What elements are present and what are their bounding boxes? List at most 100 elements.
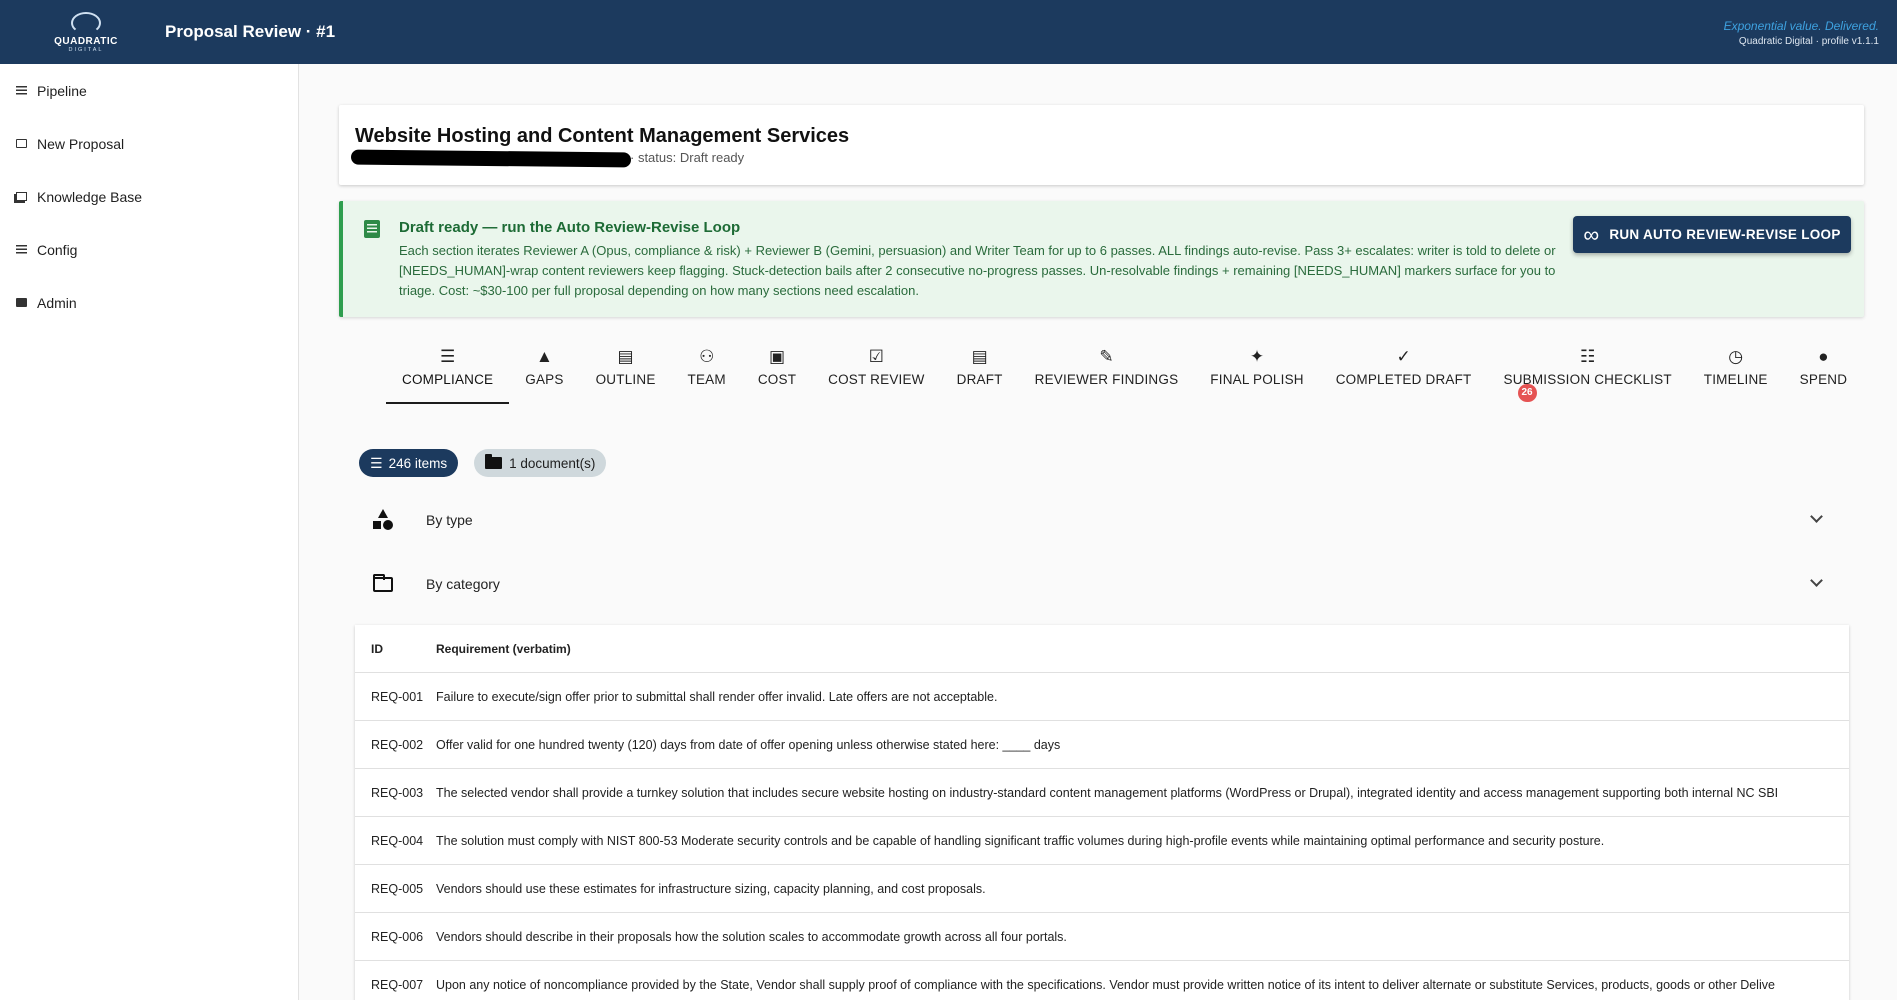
tune-icon [16,245,27,254]
logo-ring-icon [71,12,101,34]
table-row[interactable]: REQ-007 Upon any notice of noncompliance… [355,961,1849,1000]
accordion-label: By type [426,512,473,528]
tab-gaps[interactable]: ▲ GAPS [509,338,579,404]
banner-title: Draft ready — run the Auto Review-Revise… [399,219,741,236]
company-logo[interactable]: QUADRATIC DIGITAL [50,10,122,54]
requirement-text: The selected vendor shall provide a turn… [436,785,1779,800]
sidebar-item-label: Knowledge Base [37,188,143,205]
requirement-id: REQ-001 [371,689,424,704]
tagline-block: Exponential value. Delivered. Quadratic … [1724,19,1879,47]
chevron-down-icon [1810,510,1823,523]
table-header: ID Requirement (verbatim) [355,625,1849,673]
sidebar-item-label: Pipeline [37,82,87,99]
rate-review-icon: ✎ [1099,347,1114,366]
table-row[interactable]: REQ-005 Vendors should use these estimat… [355,865,1849,913]
sparkle-icon: ✦ [1249,347,1265,366]
requirement-id: REQ-005 [371,881,424,896]
edit-icon [16,139,27,148]
requirement-text: Failure to execute/sign offer prior to s… [436,689,998,704]
sidebar: Pipeline New Proposal Knowledge Base Con… [0,64,299,1000]
sidebar-item-new-proposal[interactable]: New Proposal [0,117,298,170]
app-header: QUADRATIC DIGITAL Proposal Review · #1 E… [0,0,1897,64]
tab-timeline[interactable]: ◷ TIMELINE [1688,338,1784,404]
sidebar-item-label: Admin [37,294,77,311]
section-tabs: ☰ COMPLIANCE ▲ GAPS ▤ OUTLINE ⚇ TEAM ▣ C… [386,338,1863,406]
tab-label: COST [757,372,797,387]
checklist-icon: ☰ [370,454,383,471]
tab-label: COST REVIEW [828,372,925,387]
tab-submission-checklist[interactable]: ☷ SUBMISSION CHECKLIST 26 [1488,338,1688,404]
requirement-id: REQ-004 [371,833,424,848]
tab-completed-draft[interactable]: ✓ COMPLETED DRAFT [1320,338,1488,404]
tab-final-polish[interactable]: ✦ FINAL POLISH [1194,338,1319,404]
tab-label: COMPLIANCE [402,372,494,387]
check-circle-icon: ✓ [1396,347,1411,366]
count-badge: 26 [1517,384,1537,402]
table-row[interactable]: REQ-002 Offer valid for one hundred twen… [355,721,1849,769]
button-label: RUN AUTO REVIEW-REVISE LOOP [1609,227,1841,242]
tab-draft[interactable]: ▤ DRAFT [941,338,1019,404]
sidebar-item-label: New Proposal [37,135,125,152]
table-row[interactable]: REQ-003 The selected vendor shall provid… [355,769,1849,817]
group-icon: ⚇ [699,347,715,366]
tab-label: TIMELINE [1703,372,1768,387]
items-count-chip[interactable]: ☰ 246 items [359,449,459,477]
tab-team[interactable]: ⚇ TEAM [672,338,742,404]
documents-count-chip[interactable]: 1 document(s) [474,449,607,477]
tab-label: FINAL POLISH [1210,372,1304,387]
table-row[interactable]: REQ-004 The solution must comply with NI… [355,817,1849,865]
clock-icon: ◷ [1728,347,1744,366]
admin-icon [16,298,27,307]
warning-icon: ▲ [536,347,553,366]
tab-cost[interactable]: ▣ COST [742,338,812,404]
table-row[interactable]: REQ-006 Vendors should describe in their… [355,913,1849,961]
column-header-requirement[interactable]: Requirement (verbatim) [436,642,1849,656]
sidebar-item-admin[interactable]: Admin [0,276,298,329]
tab-label: REVIEWER FINDINGS [1034,372,1179,387]
accordion-label: By category [426,576,500,592]
chip-label: 246 items [388,455,448,471]
tab-label: DRAFT [956,372,1003,387]
piggy-bank-icon: ● [1818,347,1829,366]
money-icon: ▣ [768,347,786,366]
checklist-icon: ☰ [440,347,456,366]
requirement-id: REQ-006 [371,929,424,944]
sidebar-item-knowledge-base[interactable]: Knowledge Base [0,170,298,223]
list-icon [16,86,27,95]
summary-chips: ☰ 246 items 1 document(s) [359,449,607,477]
sidebar-item-pipeline[interactable]: Pipeline [0,64,298,117]
folder-icon [372,573,394,595]
requirement-text: Vendors should describe in their proposa… [436,929,1067,944]
tagline-text: Exponential value. Delivered. [1723,19,1879,33]
category-shapes-icon [372,509,394,531]
tab-cost-review[interactable]: ☑ COST REVIEW [812,338,940,404]
tab-compliance[interactable]: ☰ COMPLIANCE [386,338,510,404]
checklist-icon: ☷ [1580,347,1596,366]
tab-label: SPEND [1799,372,1848,387]
sidebar-item-config[interactable]: Config [0,223,298,276]
chip-label: 1 document(s) [509,455,596,471]
requirement-text: Offer valid for one hundred twenty (120)… [436,737,1061,752]
column-header-id[interactable]: ID [355,642,436,656]
by-type-accordion[interactable]: By type [355,492,1849,548]
proposal-title: Website Hosting and Content Management S… [355,125,850,147]
by-category-accordion[interactable]: By category [355,556,1849,612]
tab-outline[interactable]: ▤ OUTLINE [580,338,672,404]
tab-reviewer-findings[interactable]: ✎ REVIEWER FINDINGS [1019,338,1195,404]
run-auto-review-revise-loop-button[interactable]: ∞ RUN AUTO REVIEW-REVISE LOOP [1573,216,1851,253]
infinity-icon: ∞ [1583,221,1600,247]
requirement-text: The solution must comply with NIST 800-5… [436,833,1605,848]
tab-label: TEAM [687,372,726,387]
requirement-text: Upon any notice of noncompliance provide… [436,977,1775,992]
document-icon [364,220,380,238]
requirement-id: REQ-002 [371,737,424,752]
proposal-status: · status: Draft ready [630,150,745,165]
sidebar-item-label: Config [37,241,78,258]
folder-icon [485,454,503,469]
table-row[interactable]: REQ-001 Failure to execute/sign offer pr… [355,673,1849,721]
page-title: Proposal Review · #1 [165,22,336,41]
tab-spend[interactable]: ● SPEND [1784,338,1864,404]
proposal-header-card: Website Hosting and Content Management S… [339,105,1864,185]
banner-description: Each section iterates Reviewer A (Opus, … [399,243,1556,298]
tab-label: COMPLETED DRAFT [1335,372,1472,387]
